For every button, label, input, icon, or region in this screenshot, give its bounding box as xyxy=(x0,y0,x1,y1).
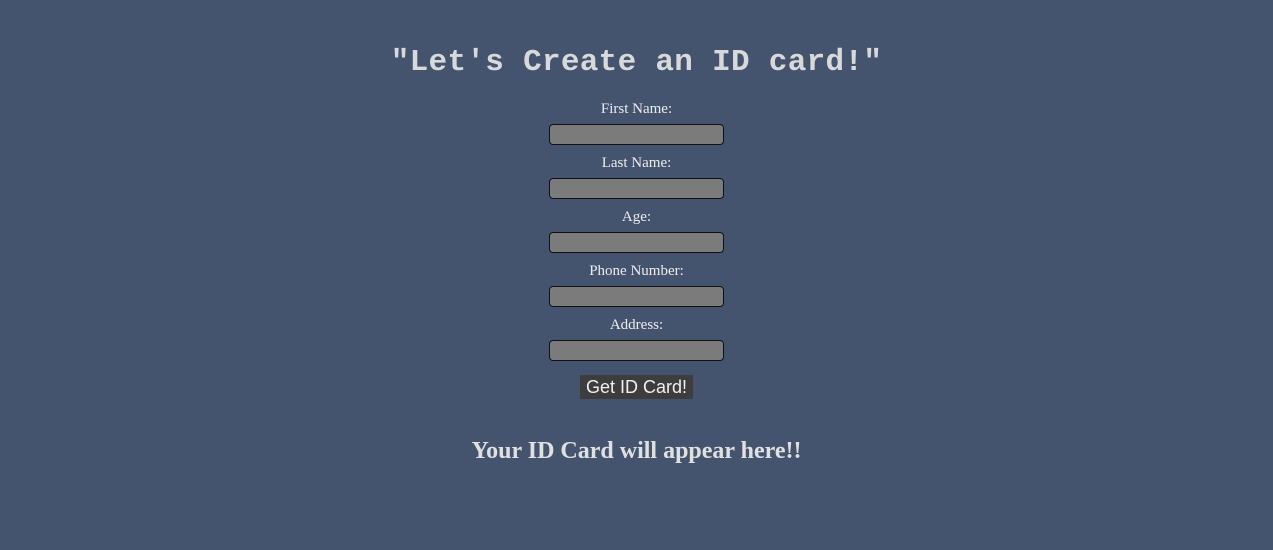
address-label: Address: xyxy=(609,317,664,333)
age-input[interactable] xyxy=(549,232,724,253)
phone-number-field: Phone Number: xyxy=(0,262,1273,316)
age-label: Age: xyxy=(621,209,652,225)
get-id-card-button[interactable]: Get ID Card! xyxy=(579,375,694,399)
address-input[interactable] xyxy=(549,340,724,361)
first-name-field: First Name: xyxy=(0,100,1273,154)
last-name-label: Last Name: xyxy=(601,155,672,171)
id-card-form: First Name: Last Name: Age: Phone Number… xyxy=(0,100,1273,399)
age-field: Age: xyxy=(0,208,1273,262)
page-title: "Let's Create an ID card!" xyxy=(390,45,883,80)
last-name-field: Last Name: xyxy=(0,154,1273,208)
first-name-input[interactable] xyxy=(549,124,724,145)
submit-row: Get ID Card! xyxy=(0,375,1273,399)
last-name-input[interactable] xyxy=(549,178,724,199)
page: "Let's Create an ID card!" First Name: L… xyxy=(0,0,1273,550)
id-card-placeholder: Your ID Card will appear here!! xyxy=(471,438,802,464)
phone-number-input[interactable] xyxy=(549,286,724,307)
address-field: Address: xyxy=(0,316,1273,370)
first-name-label: First Name: xyxy=(600,101,673,117)
phone-number-label: Phone Number: xyxy=(589,263,684,279)
